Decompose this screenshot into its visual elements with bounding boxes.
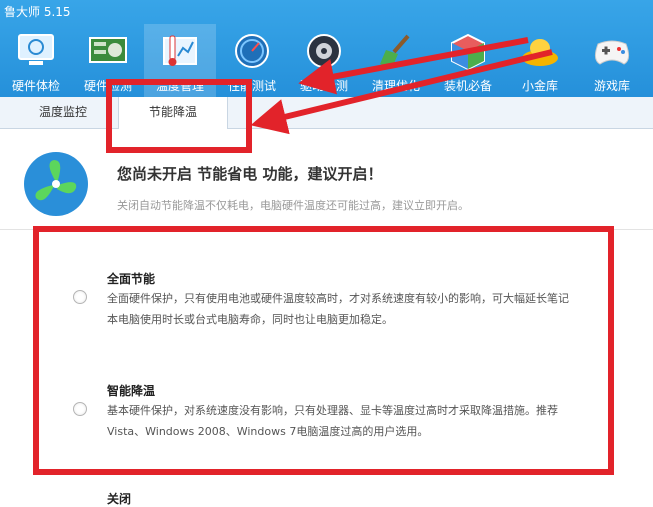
app-title: 鲁大师 5.15: [4, 5, 71, 19]
toolbar-item-label: 装机必备: [443, 79, 492, 93]
toolbar-item-hardware-check[interactable]: 硬件体检: [0, 24, 72, 97]
highlight-box-options: [33, 226, 614, 475]
tab-temperature-monitor[interactable]: 温度监控: [10, 97, 116, 128]
toolbar-item-label: 清理优化: [371, 79, 420, 93]
fan-icon: [24, 152, 88, 216]
toolbar-item-driver[interactable]: 驱动检测: [288, 24, 360, 97]
toolbar-item-label: 游戏库: [593, 79, 630, 93]
app-header: 鲁大师 5.15 硬件体检 硬件检测 温度管理 性能测试 驱动检测 清理优化 装…: [0, 0, 653, 97]
circuit-board-icon: [89, 37, 127, 63]
gamepad-icon: [594, 40, 630, 65]
option-title: 关闭: [107, 492, 132, 506]
gold-ingot-icon: [522, 39, 558, 66]
highlight-box-tab: [106, 79, 252, 153]
notice-title: 您尚未开启 节能省电 功能，建议开启！: [117, 165, 383, 183]
toolbar-item-label: 小金库: [521, 79, 558, 93]
gear-disk-icon: [307, 34, 341, 68]
toolbar-item-label: 硬件体检: [11, 79, 60, 93]
main-toolbar: 硬件体检 硬件检测 温度管理 性能测试 驱动检测 清理优化 装机必备 小金库 游…: [0, 24, 653, 97]
toolbar-item-cleanup[interactable]: 清理优化: [360, 24, 432, 97]
monitor-icon: [18, 34, 54, 65]
package-icon: [451, 33, 485, 70]
notice-subtitle: 关闭自动节能降温不仅耗电，电脑硬件温度还可能过高，建议立即开启。: [117, 199, 469, 212]
toolbar-item-essentials[interactable]: 装机必备: [432, 24, 504, 97]
tab-label: 温度监控: [38, 105, 87, 119]
broom-icon: [380, 34, 410, 68]
toolbar-item-games[interactable]: 游戏库: [576, 24, 648, 97]
toolbar-item-label: 驱动检测: [299, 79, 348, 93]
thermometer-icon: [163, 35, 197, 66]
speedometer-icon: [235, 34, 269, 68]
toolbar-item-gold[interactable]: 小金库: [504, 24, 576, 97]
sub-tab-bar: 温度监控 节能降温: [0, 97, 653, 129]
